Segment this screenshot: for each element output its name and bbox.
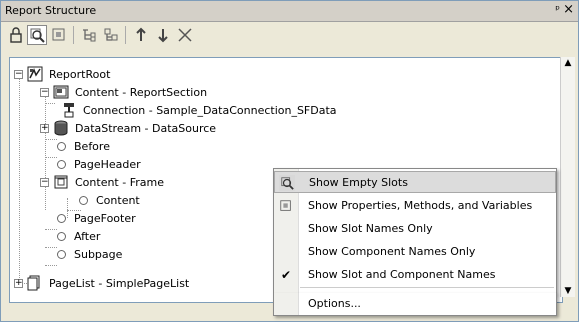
tree-node-pagelist[interactable]: + PageList - SimplePageList bbox=[14, 274, 189, 292]
tree-node-label: PageList - SimplePageList bbox=[49, 276, 190, 290]
tree-node-pagefooter[interactable]: PageFooter bbox=[54, 209, 136, 227]
collapse-all-icon bbox=[83, 29, 96, 42]
tree-node-label: After bbox=[74, 229, 101, 243]
expand-toggle[interactable]: + bbox=[40, 123, 49, 133]
move-down-icon bbox=[158, 29, 168, 43]
menu-item-show-slot-names-only[interactable]: Show Slot Names Only bbox=[274, 218, 556, 240]
tree-node-content[interactable]: Content bbox=[76, 191, 140, 209]
tree-node-before[interactable]: Before bbox=[54, 137, 110, 155]
menu-item-label: Show Properties, Methods, and Variables bbox=[308, 199, 533, 212]
tree-node-pageheader[interactable]: PageHeader bbox=[54, 155, 141, 173]
menu-item-show-component-names-only[interactable]: Show Component Names Only bbox=[274, 241, 556, 263]
tree-node-report-section[interactable]: − Content - ReportSection bbox=[40, 83, 207, 101]
context-menu-footer: Options... bbox=[273, 293, 557, 316]
tree-node-label: ReportRoot bbox=[49, 67, 111, 81]
connection-icon bbox=[61, 102, 77, 118]
delete-icon bbox=[178, 28, 192, 42]
menu-item-show-empty-slots[interactable]: Show Empty Slots bbox=[274, 171, 556, 193]
collapse-toggle[interactable]: − bbox=[14, 69, 23, 79]
tree-node-frame[interactable]: − Content - Frame bbox=[40, 173, 164, 191]
delete-button[interactable] bbox=[175, 25, 195, 45]
menu-item-label: Show Empty Slots bbox=[309, 176, 408, 189]
tree-node-label: Subpage bbox=[74, 247, 123, 261]
frame-icon bbox=[53, 174, 69, 190]
menu-item-show-properties[interactable]: Show Properties, Methods, and Variables bbox=[274, 195, 556, 217]
slot-icon bbox=[57, 213, 66, 223]
check-icon: ✔ bbox=[280, 268, 292, 282]
move-up-icon bbox=[136, 27, 146, 41]
tree-node-label: DataStream - DataSource bbox=[75, 121, 217, 135]
report-section-icon bbox=[53, 84, 69, 100]
show-properties-icon bbox=[278, 198, 294, 214]
tree-node-label: Content bbox=[96, 193, 140, 207]
panel-title: Report Structure bbox=[5, 4, 97, 17]
show-empty-slots-icon bbox=[279, 175, 295, 191]
tree-node-datastream[interactable]: + DataStream - DataSource bbox=[40, 119, 216, 137]
vertical-scrollbar[interactable]: ▲ ▼ bbox=[560, 57, 575, 297]
datastream-icon bbox=[53, 120, 69, 136]
tree-node-label: PageFooter bbox=[74, 211, 136, 225]
pagelist-icon bbox=[27, 275, 43, 291]
slot-icon bbox=[57, 231, 66, 241]
collapse-all-button[interactable] bbox=[79, 25, 99, 45]
report-root-icon bbox=[27, 66, 43, 82]
lock-icon bbox=[10, 27, 22, 43]
move-down-button[interactable] bbox=[153, 25, 173, 45]
menu-item-label: Show Slot Names Only bbox=[308, 222, 433, 235]
tree-node-after[interactable]: After bbox=[54, 227, 100, 245]
expand-all-icon bbox=[104, 28, 118, 41]
scroll-down-icon[interactable]: ▼ bbox=[562, 285, 574, 297]
expand-all-button[interactable] bbox=[101, 25, 121, 45]
show-empty-slots-button[interactable] bbox=[27, 25, 47, 45]
tree-node-subpage[interactable]: Subpage bbox=[54, 245, 122, 263]
pin-icon[interactable]: ᵖ bbox=[555, 3, 560, 16]
slot-icon bbox=[57, 141, 66, 151]
tree-node-label: Content - ReportSection bbox=[75, 85, 208, 99]
lock-button[interactable] bbox=[6, 25, 26, 45]
tree-node-connection[interactable]: Connection - Sample_DataConnection_SFDat… bbox=[61, 101, 337, 119]
slot-icon bbox=[57, 159, 66, 169]
show-properties-icon bbox=[52, 28, 65, 41]
menu-item-label: Show Slot and Component Names bbox=[308, 268, 496, 281]
toolbar bbox=[1, 22, 578, 48]
tree-node-label: Before bbox=[74, 139, 110, 153]
context-menu: Show Empty Slots Show Properties, Method… bbox=[273, 168, 557, 294]
scroll-up-icon[interactable]: ▲ bbox=[562, 57, 574, 69]
slot-icon bbox=[79, 195, 88, 205]
tree-node-label: Connection - Sample_DataConnection_SFDat… bbox=[83, 103, 337, 117]
menu-item-options[interactable]: Options... bbox=[274, 293, 556, 315]
report-structure-panel: Report Structure ᵖ × − ReportRoot − Cont… bbox=[0, 0, 579, 322]
move-up-button[interactable] bbox=[131, 25, 151, 45]
show-properties-button[interactable] bbox=[49, 25, 69, 45]
expand-toggle[interactable]: + bbox=[14, 278, 23, 288]
collapse-toggle[interactable]: − bbox=[40, 87, 49, 97]
menu-item-show-slot-and-component-names[interactable]: ✔ Show Slot and Component Names bbox=[274, 264, 556, 286]
tree-node-label: Content - Frame bbox=[75, 175, 164, 189]
collapse-toggle[interactable]: − bbox=[40, 177, 49, 187]
panel-titlebar: Report Structure ᵖ × bbox=[1, 1, 578, 22]
tree-node-report-root[interactable]: − ReportRoot bbox=[14, 65, 110, 83]
close-icon[interactable]: × bbox=[563, 2, 574, 17]
menu-item-label: Show Component Names Only bbox=[308, 245, 476, 258]
tree-node-label: PageHeader bbox=[74, 157, 141, 171]
menu-item-label: Options... bbox=[308, 297, 361, 310]
slot-icon bbox=[57, 249, 66, 259]
show-empty-slots-icon bbox=[30, 28, 45, 43]
